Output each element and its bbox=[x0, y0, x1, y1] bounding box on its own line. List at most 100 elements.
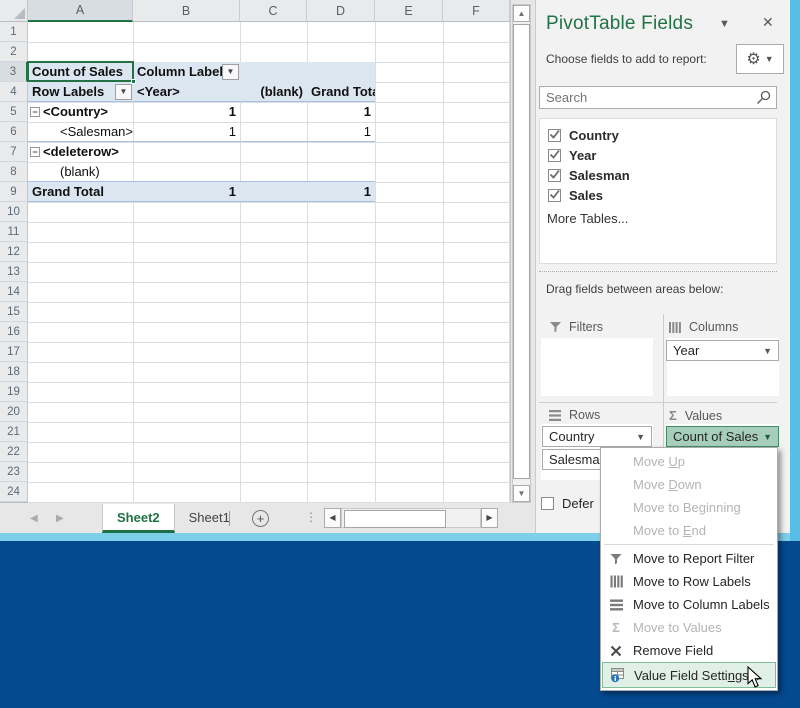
field-checkbox-year[interactable] bbox=[548, 148, 561, 162]
row-header-18[interactable]: 18 bbox=[0, 362, 28, 382]
pivot-cell-C4[interactable]: (blank) bbox=[240, 82, 307, 102]
row-header-7[interactable]: 7 bbox=[0, 142, 28, 162]
hscroll-right-button[interactable]: ▶ bbox=[481, 508, 498, 528]
filter-dropdown-button[interactable]: ▼ bbox=[115, 84, 132, 100]
row-header-1[interactable]: 1 bbox=[0, 22, 28, 42]
column-header-D[interactable]: D bbox=[307, 0, 375, 22]
sheet-tab-sheet2[interactable]: Sheet2 bbox=[102, 504, 175, 533]
tab-nav-left-icon[interactable]: ◀ bbox=[30, 513, 38, 524]
panel-options-chevron-icon[interactable]: ▼ bbox=[719, 18, 730, 30]
row-header-9[interactable]: 9 bbox=[0, 182, 28, 202]
more-tables-link[interactable]: More Tables... bbox=[547, 211, 628, 226]
columns-chip-year[interactable]: Year ▼ bbox=[666, 340, 779, 361]
row-header-6[interactable]: 6 bbox=[0, 122, 28, 142]
row-header-16[interactable]: 16 bbox=[0, 322, 28, 342]
area-filters-box[interactable] bbox=[541, 338, 653, 396]
field-label: Salesman bbox=[569, 167, 630, 183]
menu-item-remove-field[interactable]: Remove Field bbox=[601, 639, 777, 662]
row-header-19[interactable]: 19 bbox=[0, 382, 28, 402]
field-item-year[interactable]: Year bbox=[548, 147, 596, 163]
row-header-15[interactable]: 15 bbox=[0, 302, 28, 322]
area-values-label: Σ Values bbox=[669, 408, 723, 423]
pivot-cell-B4[interactable]: <Year> bbox=[133, 82, 240, 102]
panel-close-icon[interactable]: ✕ bbox=[762, 14, 774, 31]
row-header-20[interactable]: 20 bbox=[0, 402, 28, 422]
sheet-tab-sheet1[interactable]: Sheet1 bbox=[175, 504, 244, 533]
search-input[interactable] bbox=[544, 89, 744, 106]
collapse-minus-icon[interactable]: − bbox=[30, 107, 40, 117]
column-header-B[interactable]: B bbox=[133, 0, 240, 22]
pivot-cell-A3[interactable]: Count of Sales bbox=[28, 62, 133, 82]
row-header-8[interactable]: 8 bbox=[0, 162, 28, 182]
pivot-cell-D6[interactable]: 1 bbox=[307, 122, 375, 142]
pivot-cell-A6[interactable]: <Salesman> bbox=[28, 122, 133, 142]
row-header-4[interactable]: 4 bbox=[0, 82, 28, 102]
row-header-23[interactable]: 23 bbox=[0, 462, 28, 482]
tab-overflow-dots-icon[interactable]: ⋮ bbox=[305, 510, 317, 524]
field-checkbox-country[interactable] bbox=[548, 128, 561, 142]
hscroll-left-button[interactable]: ◀ bbox=[324, 508, 341, 528]
row-header-5[interactable]: 5 bbox=[0, 102, 28, 122]
select-all-corner[interactable] bbox=[0, 0, 28, 22]
new-sheet-button[interactable]: + bbox=[252, 510, 269, 527]
defer-checkbox[interactable] bbox=[541, 497, 554, 510]
column-header-A[interactable]: A bbox=[28, 0, 133, 22]
vertical-scrollbar[interactable]: ▲ ▼ bbox=[512, 4, 531, 503]
rows-chip-country[interactable]: Country ▼ bbox=[542, 426, 652, 447]
row-header-24[interactable]: 24 bbox=[0, 482, 28, 502]
filter-dropdown-button[interactable]: ▼ bbox=[222, 64, 239, 80]
field-checkbox-salesman[interactable] bbox=[548, 168, 561, 182]
scroll-down-button[interactable]: ▼ bbox=[513, 485, 530, 502]
tab-nav-right-icon[interactable]: ▶ bbox=[56, 513, 64, 524]
pivot-cell-A5[interactable]: <Country> − bbox=[28, 102, 133, 122]
menu-item-move-to-row-labels[interactable]: Move to Row Labels bbox=[601, 570, 777, 593]
pivot-cell-A7[interactable]: <deleterow> − bbox=[28, 142, 133, 162]
hscroll-track[interactable] bbox=[341, 508, 481, 528]
select-all-triangle-icon bbox=[14, 8, 25, 19]
horizontal-scroll-thumb[interactable] bbox=[344, 510, 446, 528]
row-header-11[interactable]: 11 bbox=[0, 222, 28, 242]
field-checkbox-sales[interactable] bbox=[548, 188, 561, 202]
fill-handle[interactable] bbox=[131, 79, 136, 84]
menu-item-move-to-report-filter[interactable]: Move to Report Filter bbox=[601, 547, 777, 570]
vertical-scroll-thumb[interactable] bbox=[513, 24, 530, 479]
column-header-E[interactable]: E bbox=[375, 0, 443, 22]
horizontal-scrollbar[interactable]: ◀ ▶ bbox=[324, 508, 498, 528]
row-header-2[interactable]: 2 bbox=[0, 42, 28, 62]
horizontal-bars-icon bbox=[606, 593, 626, 616]
field-item-sales[interactable]: Sales bbox=[548, 187, 603, 203]
row-header-3[interactable]: 3 bbox=[0, 62, 28, 82]
row-header-10[interactable]: 10 bbox=[0, 202, 28, 222]
pivot-cell-B9[interactable]: 1 bbox=[133, 182, 240, 202]
values-chip-count-of-sales[interactable]: Count of Sales ▼ bbox=[666, 426, 779, 447]
pivot-cell-B5[interactable]: 1 bbox=[133, 102, 240, 122]
menu-item-label: Move to Beginning bbox=[633, 500, 741, 515]
column-header-C[interactable]: C bbox=[240, 0, 307, 22]
pivot-cell-A4[interactable]: Row Labels ▼ bbox=[28, 82, 133, 102]
menu-item-label: Move Up bbox=[633, 454, 686, 469]
window-right-edge bbox=[790, 0, 800, 541]
pivot-cell-A9[interactable]: Grand Total bbox=[28, 182, 133, 202]
pivot-cell-B6[interactable]: 1 bbox=[133, 122, 240, 142]
pivot-cell-D5[interactable]: 1 bbox=[307, 102, 375, 122]
pivot-cell-D9[interactable]: 1 bbox=[307, 182, 375, 202]
pivot-cell-A8[interactable]: (blank) bbox=[28, 162, 133, 182]
field-item-country[interactable]: Country bbox=[548, 127, 619, 143]
pivot-cell-D4[interactable]: Grand Total bbox=[307, 82, 375, 102]
scroll-up-button[interactable]: ▲ bbox=[513, 5, 530, 22]
gridline bbox=[28, 442, 510, 443]
column-header-F[interactable]: F bbox=[443, 0, 510, 22]
row-header-21[interactable]: 21 bbox=[0, 422, 28, 442]
tools-gear-button[interactable]: ⚙ ▼ bbox=[736, 44, 784, 74]
menu-item-move-to-column-labels[interactable]: Move to Column Labels bbox=[601, 593, 777, 616]
row-header-12[interactable]: 12 bbox=[0, 242, 28, 262]
pivot-cell-B3[interactable]: Column Labels ▼ bbox=[133, 62, 240, 82]
collapse-minus-icon[interactable]: − bbox=[30, 147, 40, 157]
row-header-14[interactable]: 14 bbox=[0, 282, 28, 302]
row-header-17[interactable]: 17 bbox=[0, 342, 28, 362]
field-item-salesman[interactable]: Salesman bbox=[548, 167, 630, 183]
row-header-13[interactable]: 13 bbox=[0, 262, 28, 282]
search-box bbox=[539, 86, 777, 109]
gridline bbox=[28, 202, 510, 203]
row-header-22[interactable]: 22 bbox=[0, 442, 28, 462]
